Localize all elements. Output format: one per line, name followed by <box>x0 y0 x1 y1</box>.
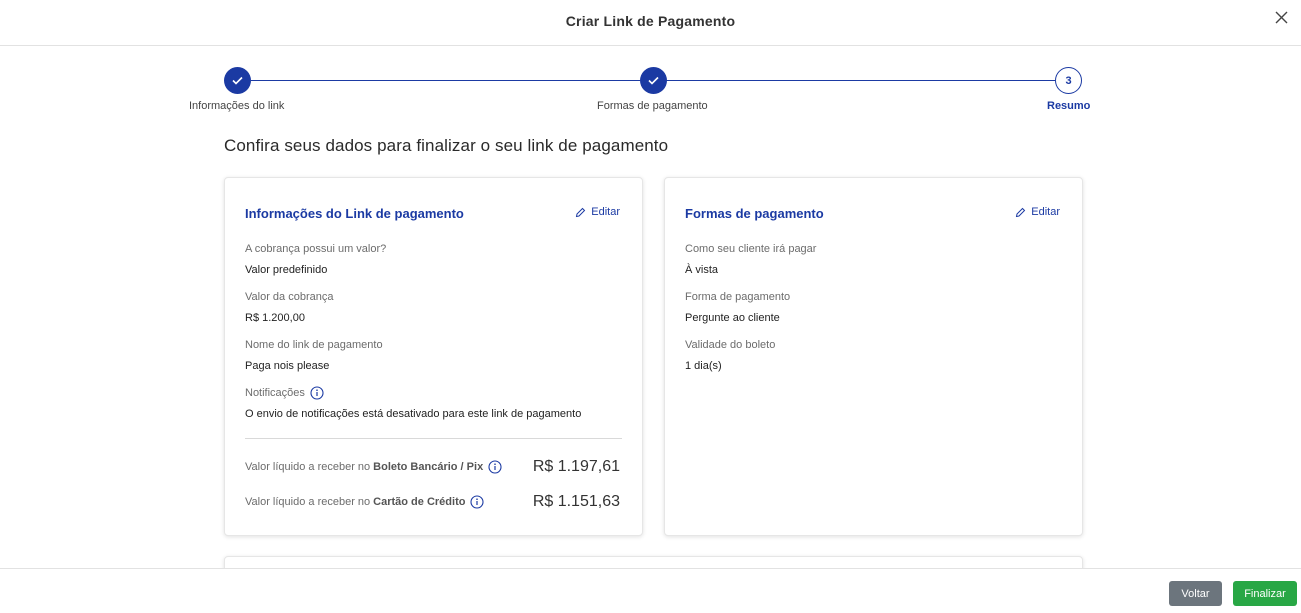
back-button[interactable]: Voltar <box>1169 581 1222 606</box>
stepper: Informações do link Formas de pagamento … <box>0 66 1301 116</box>
net-method: Cartão de Crédito <box>373 496 466 508</box>
pencil-icon <box>576 207 586 217</box>
step-3-label: Resumo <box>1047 100 1091 112</box>
field-label: Forma de pagamento <box>685 291 791 303</box>
field-label: Como seu cliente irá pagar <box>685 243 817 255</box>
field-label: Valor da cobrança <box>245 291 334 303</box>
info-icon[interactable] <box>470 495 485 509</box>
step-2-label: Formas de pagamento <box>597 100 708 112</box>
payment-methods-card: Formas de pagamento Editar Como seu clie… <box>664 177 1083 536</box>
link-info-card: Informações do Link de pagamento Editar … <box>224 177 643 536</box>
modal-title: Criar Link de Pagamento <box>565 13 736 29</box>
pencil-icon <box>1016 207 1026 217</box>
net-method: Boleto Bancário / Pix <box>373 461 484 473</box>
net-prefix: Valor líquido a receber no <box>245 461 371 473</box>
finish-button[interactable]: Finalizar <box>1233 581 1297 606</box>
net-value-boleto-label: Valor líquido a receber no Boleto Bancár… <box>245 460 502 474</box>
net-value-card-label: Valor líquido a receber no Cartão de Cré… <box>245 495 485 509</box>
step-3-number: 3 <box>1055 67 1082 94</box>
field-label: A cobrança possui um valor? <box>245 243 387 255</box>
field-label: Validade do boleto <box>685 339 776 351</box>
net-value-boleto: R$ 1.197,61 <box>532 458 620 475</box>
field-value: 1 dia(s) <box>685 360 722 372</box>
field-label: Nome do link de pagamento <box>245 339 383 351</box>
step-1-label: Informações do link <box>189 100 285 112</box>
field-value: Pergunte ao cliente <box>685 312 780 324</box>
close-icon[interactable] <box>1275 11 1289 25</box>
page-title: Confira seus dados para finalizar o seu … <box>224 136 669 155</box>
edit-payment-methods-button[interactable]: Editar <box>1015 206 1060 218</box>
card-title: Informações do Link de pagamento <box>245 206 464 221</box>
field-value: O envio de notificações está desativado … <box>245 408 582 420</box>
edit-link-info-button[interactable]: Editar <box>575 206 620 218</box>
field-value: Valor predefinido <box>245 264 328 276</box>
modal-header: Criar Link de Pagamento <box>0 0 1301 46</box>
edit-label: Editar <box>1031 206 1060 218</box>
edit-label: Editar <box>591 206 620 218</box>
field-label: Notificações <box>245 387 305 399</box>
notifications-label: Notificações <box>245 386 324 400</box>
modal-footer: Voltar Finalizar <box>0 568 1301 613</box>
info-icon[interactable] <box>310 386 324 400</box>
step-1-check-icon[interactable] <box>224 67 251 94</box>
step-2-check-icon[interactable] <box>640 67 667 94</box>
divider <box>245 438 622 439</box>
net-value-card: R$ 1.151,63 <box>532 493 620 510</box>
net-prefix: Valor líquido a receber no <box>245 496 371 508</box>
field-value: Paga nois please <box>245 360 330 372</box>
field-value: R$ 1.200,00 <box>245 312 305 324</box>
field-value: À vista <box>685 264 719 276</box>
card-title: Formas de pagamento <box>685 206 824 221</box>
stepper-connector <box>251 80 640 81</box>
stepper-connector <box>666 80 1055 81</box>
info-icon[interactable] <box>488 460 502 474</box>
